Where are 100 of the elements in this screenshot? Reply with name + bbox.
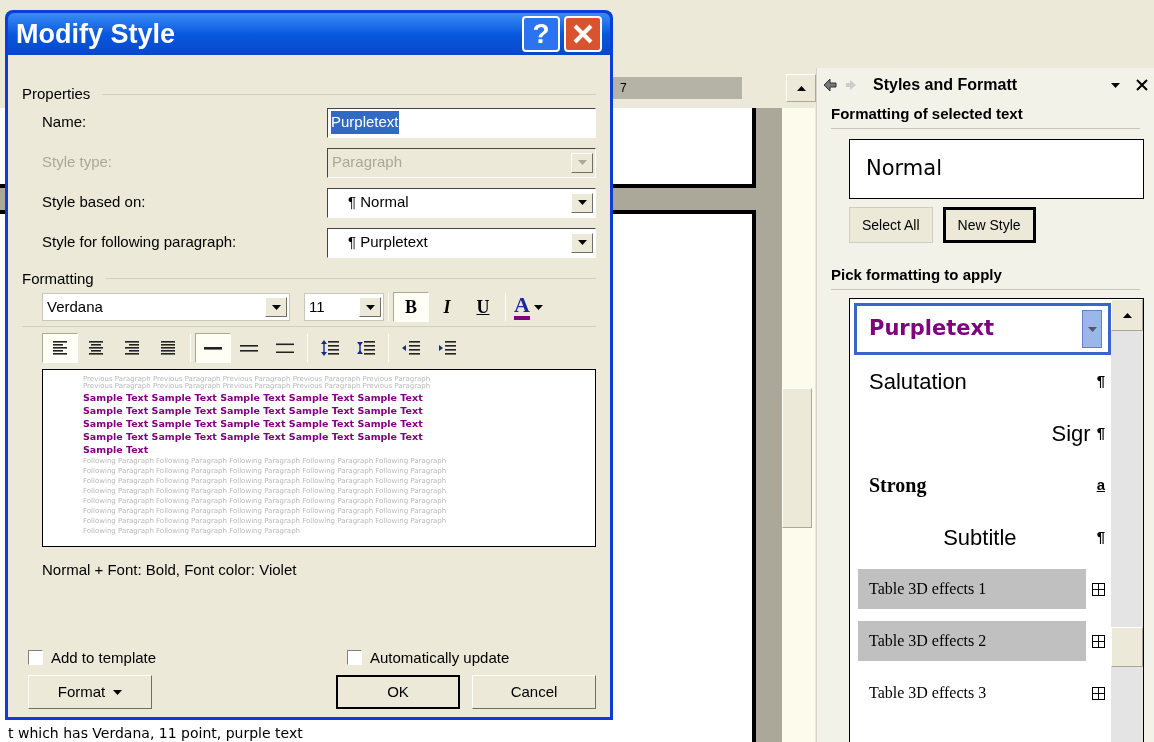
preview-sample-text: Sample Text Sample Text Sample Text Sample Text Sample Text: [83, 429, 424, 443]
style-type-mark: ¶: [1096, 526, 1105, 547]
section-heading: Pick formatting to apply: [831, 266, 1002, 283]
bold-button[interactable]: B: [393, 292, 429, 322]
scroll-thumb[interactable]: [782, 388, 812, 528]
dialog-button[interactable]: Cancel: [472, 675, 596, 709]
scroll-up-button[interactable]: [786, 74, 816, 102]
style-name: Subtitle: [942, 523, 1018, 552]
style-name: Strong: [869, 473, 928, 499]
underline-button[interactable]: U: [465, 292, 501, 322]
help-button[interactable]: ?: [522, 16, 560, 52]
style-name: Salutation: [869, 367, 968, 396]
field-value: ¶ Purpletext: [347, 232, 429, 253]
checkbox-label: Add to template: [51, 647, 157, 668]
table-icon: [1092, 582, 1105, 596]
caret-icon: [577, 200, 587, 205]
checkbox-option[interactable]: Automatically update: [347, 646, 510, 669]
line-spacing-icon: [276, 343, 294, 353]
style-type-mark: a: [1096, 474, 1105, 495]
style-name: Table 3D effects 3: [869, 683, 988, 703]
pane-button[interactable]: Select All: [849, 207, 933, 243]
section-heading: Formatting: [22, 268, 94, 289]
style-name: Table 3D effects 2: [858, 621, 1086, 661]
menu-caret-icon: [1111, 82, 1120, 88]
field-label: Name:: [41, 112, 88, 133]
line-spacing-button[interactable]: [195, 333, 231, 363]
scrollbar[interactable]: [1111, 299, 1143, 742]
style-description: Normal + Font: Bold, Font color: Violet: [42, 560, 298, 580]
style-list-item[interactable]: Strong a: [854, 459, 1111, 511]
style-list-item[interactable]: Table 3D effects 3: [854, 667, 1111, 719]
align-left-icon: [52, 341, 68, 355]
checkbox[interactable]: [347, 650, 362, 666]
table-icon: [1092, 634, 1105, 648]
section-heading: Formatting of selected text: [831, 105, 1023, 122]
up-arrow-icon: [796, 85, 806, 91]
align-right-icon: [124, 341, 140, 355]
style-type-mark: ¶: [1096, 370, 1105, 391]
caret-icon: [577, 160, 587, 165]
style-list-item[interactable]: Table 3D effects 2: [854, 615, 1111, 667]
dropdown-field[interactable]: ¶ Normal: [327, 187, 596, 218]
back-arrow-icon[interactable]: [823, 78, 837, 92]
caret-icon: [271, 304, 281, 310]
caret-icon: [1087, 326, 1097, 332]
scroll-thumb[interactable]: [1111, 627, 1143, 667]
field-value: 11: [309, 296, 326, 317]
field-label: Style based on:: [41, 192, 147, 213]
window-title: Modify Style: [16, 17, 177, 51]
line-spacing-icon: [240, 343, 258, 353]
preview-sample-text: Sample Text Sample Text Sample Text Sample Text Sample Text: [83, 390, 424, 404]
checkbox-option[interactable]: Add to template: [22, 646, 347, 669]
style-list-item[interactable]: Table 3D effects 1: [854, 563, 1111, 615]
decrease-indent-icon: [402, 340, 420, 356]
font-field[interactable]: Verdana: [42, 293, 290, 321]
preview-sample-text: Sample Text Sample Text Sample Text Sample Text Sample Text: [83, 416, 424, 430]
caret-icon: [533, 304, 543, 310]
font-color-button[interactable]: A: [510, 292, 547, 322]
field-value: ¶ Normal: [347, 192, 410, 213]
ruler-mark: 7: [620, 80, 627, 97]
style-list-item[interactable]: Purpletext: [854, 303, 1111, 355]
align-justify-icon: [160, 341, 176, 355]
style-list-item[interactable]: Salutation ¶: [854, 355, 1111, 407]
caret-icon: [113, 689, 123, 695]
style-name: Sigr: [1050, 419, 1091, 448]
field-value: Verdana: [47, 296, 104, 317]
current-style-name: Normal: [866, 155, 942, 183]
scroll-up-button[interactable]: [1111, 299, 1143, 331]
task-pane-title: Styles and Formatt: [873, 75, 1019, 95]
preview-sample-text: Sample Text: [83, 442, 150, 456]
style-type-mark: ¶: [1096, 422, 1105, 443]
section-heading: Properties: [22, 84, 91, 104]
field-label: Style type:: [41, 152, 114, 173]
dialog-button[interactable]: OK: [336, 675, 460, 709]
field-value: Paragraph: [332, 152, 404, 173]
size-field[interactable]: 11: [304, 293, 384, 321]
style-name: Purpletext: [869, 315, 996, 343]
close-icon[interactable]: [1136, 79, 1148, 91]
paragraph-spacing-icon: [321, 340, 339, 356]
style-list-item[interactable]: Subtitle ¶: [854, 511, 1111, 563]
up-arrow-icon: [1122, 312, 1132, 318]
close-icon: [572, 23, 594, 45]
document-text: t which has Verdana, 11 point, purple text: [7, 724, 304, 742]
italic-button[interactable]: I: [429, 292, 465, 322]
preview-sample-text: Sample Text Sample Text Sample Text Sample Text Sample Text: [83, 403, 424, 417]
increase-indent-icon: [438, 340, 456, 356]
caret-icon: [365, 304, 375, 310]
align-button[interactable]: [42, 333, 78, 363]
checkbox[interactable]: [28, 650, 43, 666]
caret-icon: [577, 240, 587, 245]
style-name: Table 3D effects 1: [858, 569, 1086, 609]
paragraph-spacing-icon: [357, 340, 375, 356]
table-icon: [1092, 686, 1105, 700]
style-list-item[interactable]: Sigr ¶: [854, 407, 1111, 459]
field-value: Purpletext: [331, 111, 399, 134]
field-label: Style for following paragraph:: [41, 232, 238, 253]
name-field[interactable]: Purpletext: [327, 107, 596, 138]
checkbox-label: Automatically update: [370, 647, 510, 668]
format-button[interactable]: Format: [28, 675, 152, 709]
pane-button[interactable]: New Style: [942, 207, 1036, 243]
close-button[interactable]: [564, 16, 602, 52]
dropdown-field[interactable]: ¶ Purpletext: [327, 227, 596, 258]
